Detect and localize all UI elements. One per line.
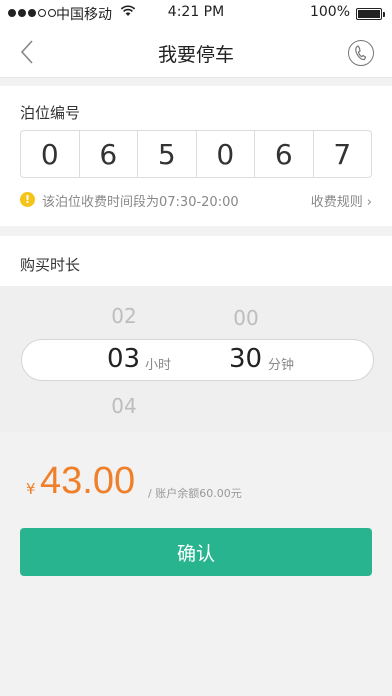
space-digit[interactable]: 6 [80, 131, 138, 177]
space-digit[interactable]: 5 [138, 131, 197, 177]
duration-picker[interactable]: 02 00 03 小时 30 分钟 04 [0, 286, 392, 432]
duration-section: 购买时长 02 00 03 小时 30 分钟 04 [0, 236, 392, 432]
minutes-unit: 分钟 [268, 358, 295, 373]
space-digit[interactable]: 0 [21, 131, 80, 177]
price-amount: 43.00 [40, 460, 136, 502]
duration-label: 购买时长 [20, 256, 81, 274]
phone-icon [355, 45, 367, 61]
nav-bar: 我要停车 [0, 26, 392, 78]
hours-next-option[interactable]: 04 [94, 394, 154, 418]
hours-selected[interactable]: 03 [107, 344, 140, 374]
page-title: 我要停车 [157, 44, 234, 66]
picker-selection-band [21, 339, 374, 381]
confirm-button[interactable]: 确认 [20, 528, 372, 576]
space-digit[interactable]: 0 [197, 131, 255, 177]
space-digit[interactable]: 6 [255, 131, 314, 177]
hours-unit: 小时 [145, 358, 172, 373]
charge-rules-link[interactable]: 收费规则 › [311, 191, 372, 210]
charge-time-notice: ! 该泊位收费时间段为07:30-20:00 收费规则 › [20, 190, 372, 210]
chevron-right-icon: › [366, 195, 372, 210]
parking-space-number[interactable]: 0 6 5 0 6 7 [20, 130, 372, 178]
parking-space-label: 泊位编号 [20, 104, 81, 122]
account-balance: / 账户余额60.00元 [148, 487, 242, 500]
minutes-selected[interactable]: 30 [229, 344, 262, 374]
space-digit[interactable]: 7 [314, 131, 372, 177]
status-bar: 中国移动 4:21 PM 100% [0, 0, 392, 26]
notice-text: 该泊位收费时间段为07:30-20:00 [42, 195, 239, 210]
rules-link-label: 收费规则 [310, 195, 363, 210]
phone-button[interactable] [348, 40, 374, 66]
minutes-prev-option[interactable]: 00 [216, 306, 276, 330]
hours-prev-option[interactable]: 02 [94, 304, 154, 328]
parking-space-section: 泊位编号 0 6 5 0 6 7 ! 该泊位收费时间段为07:30-20:00 … [0, 86, 392, 226]
warning-icon: ! [20, 192, 35, 207]
price-summary: ¥ 43.00 / 账户余额60.00元 [20, 458, 372, 506]
battery-icon [356, 8, 385, 20]
battery-percent: 100% [309, 4, 350, 20]
currency-symbol: ¥ [26, 480, 36, 498]
